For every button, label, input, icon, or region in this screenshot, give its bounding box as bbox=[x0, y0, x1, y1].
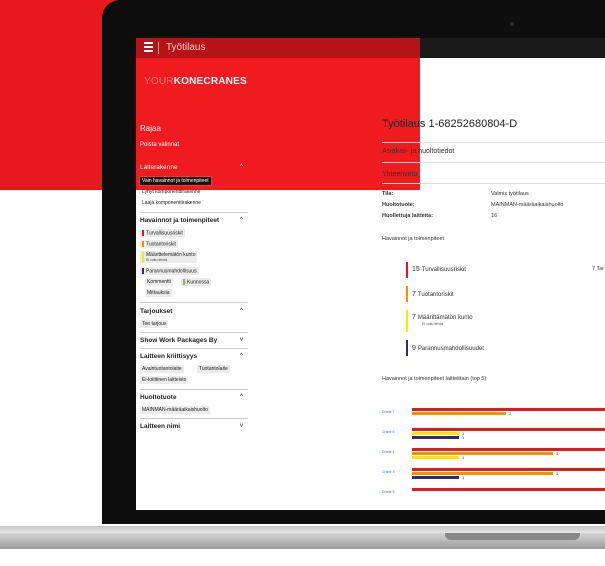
chip-kunnossa[interactable]: Kunnossa bbox=[181, 278, 212, 287]
chart-category-label: Crane 7 bbox=[382, 410, 395, 414]
chevron-down-icon[interactable]: v bbox=[240, 423, 243, 429]
chart-data-label: 2 bbox=[509, 411, 512, 416]
stat-turvallisuusriskit[interactable]: 15 Turvallisuusriskit bbox=[412, 266, 466, 273]
camera-icon bbox=[510, 22, 514, 26]
summary-key-tila: Tila: bbox=[382, 191, 394, 197]
chip-avaintuotantolaite[interactable]: Avaintuotantolaite bbox=[140, 365, 184, 373]
section-kriittisyys[interactable]: Laitteen kriittisyys bbox=[140, 353, 197, 360]
divider bbox=[140, 418, 248, 419]
stat-bar-blue bbox=[406, 340, 408, 356]
summary-heading: Yhteenveto bbox=[382, 171, 418, 178]
chip-mittauksia[interactable]: Mittauksia bbox=[145, 289, 172, 297]
divider bbox=[382, 162, 605, 163]
chart-category-label: Crane 4 bbox=[382, 450, 395, 454]
top-bar-divider bbox=[158, 42, 159, 54]
stat-parannusmahdollisuudet[interactable]: 9 Parannusmahdollisuudet bbox=[412, 345, 484, 352]
page-title: Työtilaus 1-68252680804-D bbox=[382, 118, 518, 130]
chart-title: Havainnot ja toimenpiteet laitteittain (… bbox=[382, 376, 487, 382]
divider bbox=[382, 142, 605, 143]
laptop-notch bbox=[445, 533, 580, 540]
stat-bar-red bbox=[406, 262, 408, 278]
divider bbox=[140, 389, 248, 390]
chart-bar bbox=[412, 468, 605, 471]
filter-heading: Rajaa bbox=[140, 124, 161, 133]
hamburger-menu-icon[interactable] bbox=[144, 42, 153, 52]
divider bbox=[140, 212, 248, 213]
chart-data-label: 3 bbox=[556, 451, 559, 456]
chevron-up-icon[interactable]: ^ bbox=[240, 394, 243, 400]
section-show-work-packages[interactable]: Show Work Packages By bbox=[140, 337, 217, 344]
stat-bar-orange bbox=[406, 286, 408, 302]
chip-tuotantolaite[interactable]: Tuotantolaite bbox=[197, 365, 230, 373]
chip-laaja[interactable]: Laaja komponenttirakenne bbox=[140, 199, 203, 207]
chevron-up-icon[interactable]: ^ bbox=[240, 353, 243, 359]
stat-bar-yellow bbox=[406, 310, 408, 332]
summary-value-tila: Valmis työtilaus bbox=[491, 191, 529, 197]
app-title: Työtilaus bbox=[166, 42, 206, 53]
chart-bar bbox=[412, 436, 459, 439]
customer-service-info-link[interactable]: Asiakas- ja huoltotiedot bbox=[382, 148, 454, 155]
chart-data-label: 1 bbox=[462, 435, 465, 440]
chart-category-label: Crane 6 bbox=[382, 430, 395, 434]
section-huoltotuote[interactable]: Huoltotuote bbox=[140, 394, 176, 401]
laptop-screen: Työtilaus YOURKONECRANES Rajaa Poista va… bbox=[136, 38, 605, 510]
chart-bar bbox=[412, 456, 459, 459]
bar-chart: Crane 7 2Crane 6 11Crane 4 31Crane 3 31Crane… bbox=[382, 408, 605, 494]
chevron-up-icon[interactable]: ^ bbox=[240, 164, 243, 170]
chart-bar bbox=[412, 488, 605, 491]
clear-filters-link[interactable]: Poista valinnat bbox=[140, 142, 179, 148]
divider bbox=[140, 332, 248, 333]
summary-key-laitteita: Huollettuja laitteita: bbox=[382, 213, 434, 219]
chevron-down-icon[interactable]: v bbox=[240, 337, 243, 343]
chip-maarittelematon[interactable]: Määrittelemätön kunto Ei voitu tehdä bbox=[140, 251, 198, 263]
chip-vain-havainnot[interactable]: Vain havainnot ja toimenpiteet bbox=[139, 176, 212, 186]
chart-bar bbox=[412, 448, 605, 451]
stat-tuotantoriskit[interactable]: 7 Tuotantoriskit bbox=[412, 291, 454, 298]
summary-value-huoltotuote: MAINMAN-määräaikaishuolto bbox=[491, 202, 564, 208]
chart-data-label: 3 bbox=[556, 471, 559, 476]
section-havainnot[interactable]: Havainnot ja toimenpiteet bbox=[140, 217, 219, 224]
summary-value-laitteita: 16 bbox=[491, 213, 498, 219]
chart-data-label: 1 bbox=[462, 475, 465, 480]
chart-bar bbox=[412, 412, 506, 415]
chip-tuotantoriskit[interactable]: Tuotantoriskit bbox=[140, 240, 178, 249]
divider bbox=[140, 348, 248, 349]
konecranes-logo[interactable]: YOURKONECRANES bbox=[144, 76, 247, 87]
divider bbox=[382, 183, 605, 184]
observations-heading: Havainnot ja toimenpiteet bbox=[382, 236, 445, 242]
divider bbox=[140, 302, 248, 303]
stat-truncated: 7 Tar bbox=[592, 266, 605, 272]
chevron-up-icon[interactable]: ^ bbox=[240, 217, 243, 223]
chart-category-label: Crane 3 bbox=[382, 470, 395, 474]
chip-tee-tarjous[interactable]: Tee tarjous bbox=[140, 320, 169, 328]
stat-maarittamaton[interactable]: 7 Määrittämätön kunto Ei voitu tehdä bbox=[412, 314, 473, 327]
chart-bar bbox=[412, 476, 459, 479]
chart-category-label: Crane 5 bbox=[382, 490, 395, 494]
chart-bar bbox=[412, 428, 605, 431]
laptop-base-lip bbox=[0, 526, 605, 533]
chip-ei-kriittinen[interactable]: Ei-kriittinen laitteisto bbox=[140, 376, 189, 384]
chevron-up-icon[interactable]: ^ bbox=[240, 308, 243, 314]
chip-lyhyt[interactable]: Lyhyt komponenttirakenne bbox=[140, 188, 202, 196]
chip-kommentti[interactable]: Kommentti bbox=[145, 278, 173, 286]
chip-turvallisuusriskit[interactable]: Turvallisuusriskit bbox=[140, 229, 185, 238]
chart-bar bbox=[412, 472, 553, 475]
chip-parannusmahdollisuus[interactable]: Parannusmahdollisuus bbox=[140, 267, 199, 276]
chart-bar bbox=[412, 432, 459, 435]
section-laitteen-nimi[interactable]: Laitteen nimi bbox=[140, 423, 180, 430]
chip-mainman[interactable]: MAINMAN-määräaikaishuolto bbox=[140, 406, 210, 414]
summary-key-huoltotuote: Huoltotuote: bbox=[382, 202, 415, 208]
section-laiterakenne[interactable]: Laiterakenne bbox=[140, 164, 178, 171]
section-tarjoukset[interactable]: Tarjoukset bbox=[140, 308, 172, 315]
chart-data-label: 1 bbox=[462, 455, 465, 460]
chart-bar bbox=[412, 452, 553, 455]
